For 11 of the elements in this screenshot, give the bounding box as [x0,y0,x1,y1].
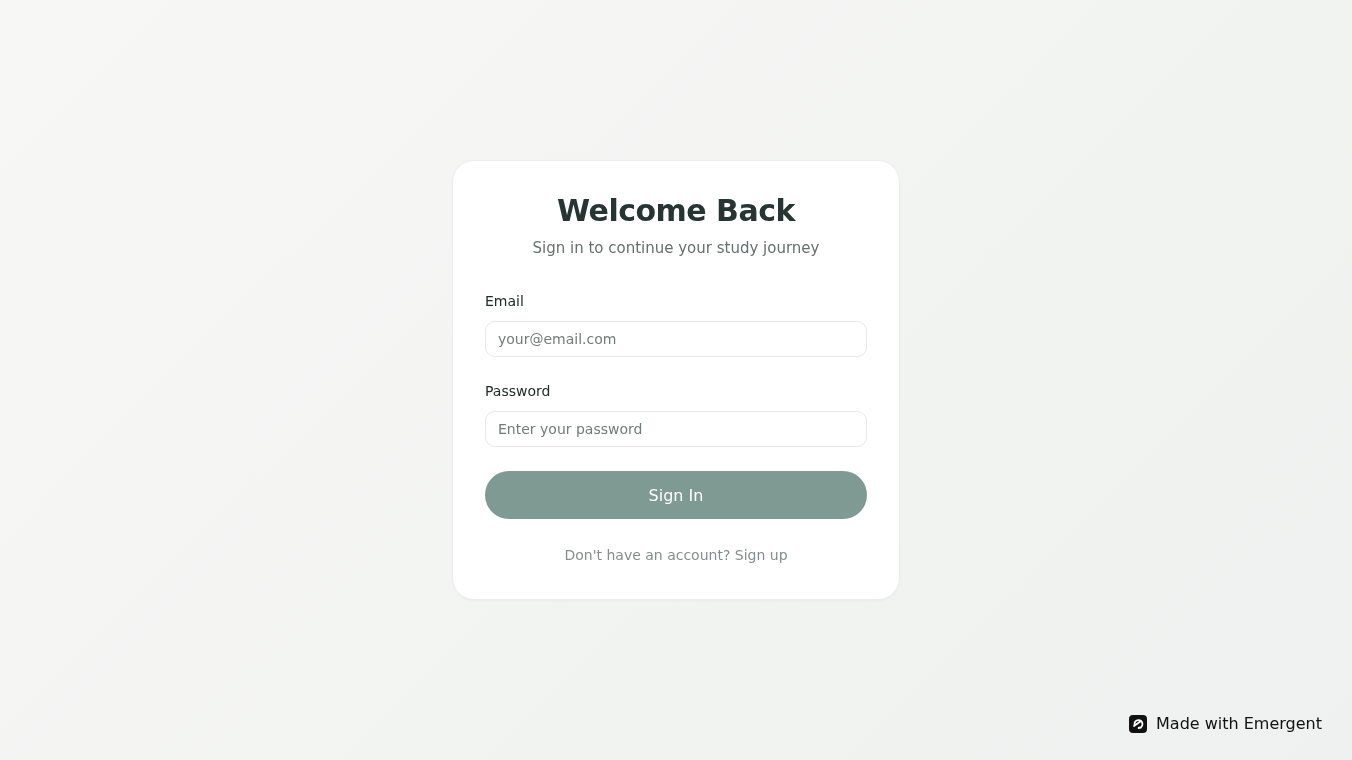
field-label: Password [485,382,551,401]
title: Welcome Back [556,192,797,230]
email-field[interactable]: your@email.com [485,321,867,357]
made-with-badge[interactable]: Made with Emergent [1121,714,1330,734]
logo-icon [1129,715,1147,733]
sign-in-button[interactable]: Sign In [485,471,867,519]
sign-up-link[interactable]: Sign up [734,547,788,563]
field-label: Email [485,292,524,311]
signup-prompt: Don't have an account? Sign up [563,546,789,565]
subtitle: Sign in to continue your study journey [531,238,821,259]
password-field[interactable]: Enter your password [485,411,867,447]
